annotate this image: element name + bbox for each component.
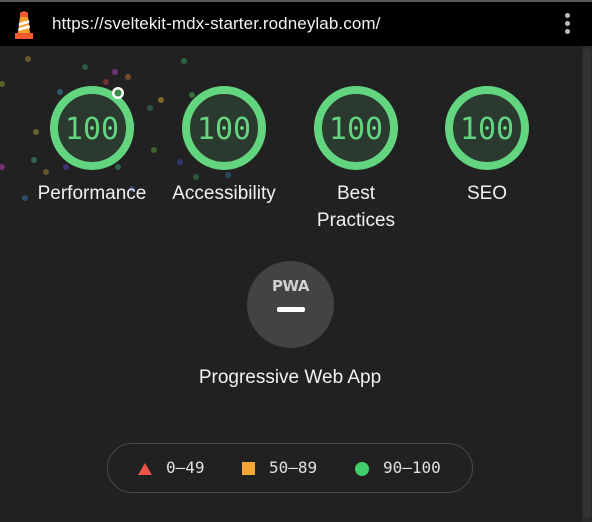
pwa-badge-text: PWA [272, 277, 309, 295]
score-legend: 0–49 50–89 90–100 [107, 443, 473, 493]
accessibility-label: Accessibility [172, 183, 276, 204]
scrollbar-thumb[interactable] [583, 48, 591, 518]
best-practices-label: Best Practices [316, 183, 396, 231]
scrollbar[interactable] [582, 46, 592, 522]
circle-icon [355, 461, 369, 476]
legend-item-average: 50–89 [242, 458, 317, 477]
best-practices-gauge[interactable]: 100 Best Practices [290, 84, 422, 234]
legend-range-fail: 0–49 [166, 458, 205, 477]
accessibility-score: 100 [196, 112, 252, 147]
legend-item-pass: 90–100 [355, 458, 441, 477]
lighthouse-icon [15, 11, 33, 39]
more-vertical-icon[interactable] [561, 13, 573, 39]
best-practices-score: 100 [328, 112, 384, 147]
legend-range-pass: 90–100 [383, 458, 441, 477]
legend-item-fail: 0–49 [138, 458, 205, 477]
pwa-dash-icon [277, 307, 305, 312]
triangle-icon [138, 462, 152, 475]
performance-score: 100 [64, 112, 120, 147]
seo-label: SEO [466, 183, 508, 204]
pwa-label: Progressive Web App [198, 367, 382, 388]
performance-gauge[interactable]: 100 Performance [26, 84, 158, 207]
performance-label: Performance [37, 183, 147, 204]
pwa-badge[interactable]: PWA [247, 261, 334, 348]
address-bar: https://sveltekit-mdx-starter.rodneylab.… [0, 0, 592, 46]
seo-score: 100 [459, 112, 515, 147]
square-icon [242, 462, 255, 475]
accessibility-gauge[interactable]: 100 Accessibility [158, 84, 290, 207]
seo-gauge[interactable]: 100 SEO [421, 84, 553, 207]
pointer-cursor-icon [112, 87, 124, 99]
url-text[interactable]: https://sveltekit-mdx-starter.rodneylab.… [52, 14, 380, 34]
legend-range-average: 50–89 [269, 458, 318, 477]
